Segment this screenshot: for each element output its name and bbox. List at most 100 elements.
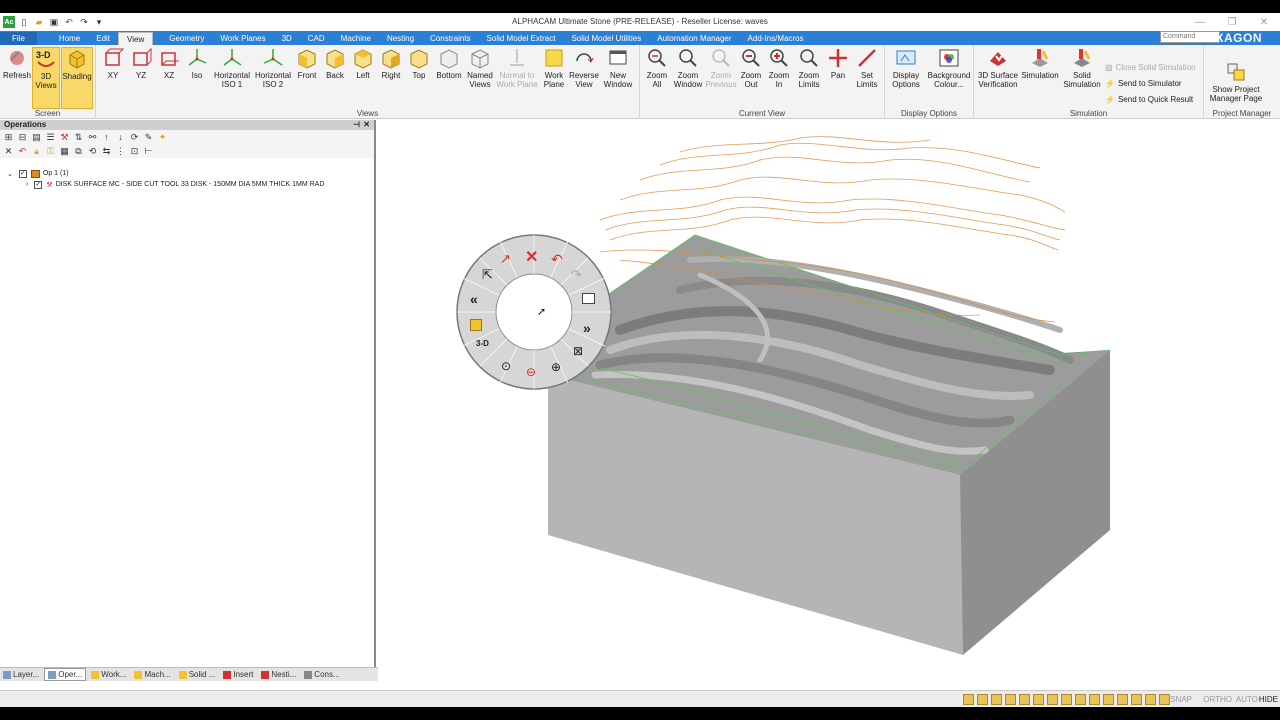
view-left-button[interactable]: Left — [350, 47, 376, 80]
radial-back-icon[interactable]: « — [470, 291, 478, 307]
split-icon[interactable]: ⊢ — [143, 146, 154, 157]
tab-cad[interactable]: CAD — [300, 32, 333, 45]
radial-zoom-all-icon[interactable]: ⊙ — [501, 359, 511, 373]
view-top-button[interactable]: Top — [406, 47, 432, 80]
refresh-ops-icon[interactable]: ⟳ — [129, 132, 140, 143]
3d-surface-verification-button[interactable]: 3D Surface Verification — [976, 47, 1020, 89]
status-axis-icon[interactable] — [1005, 694, 1016, 705]
zoom-window-button[interactable]: Zoom Window — [672, 47, 704, 89]
list-icon[interactable]: ☰ — [45, 132, 56, 143]
tab-home[interactable]: Home — [51, 32, 88, 45]
status-left-icon[interactable] — [1061, 694, 1072, 705]
unlock-icon[interactable]: ⚿ — [45, 146, 56, 157]
status-back-icon[interactable] — [1047, 694, 1058, 705]
tab-solid-model-utilities[interactable]: Solid Model Utilities — [563, 32, 649, 45]
tree-item-disk-surface[interactable]: › ✓ ⚒ DISK SURFACE MC - SIDE CUT TOOL 33… — [0, 179, 374, 190]
delete-icon[interactable]: ✕ — [3, 146, 14, 157]
named-views-button[interactable]: Named Views — [465, 47, 495, 89]
edit-icon[interactable]: ✎ — [143, 132, 154, 143]
tab-3d[interactable]: 3D — [274, 32, 300, 45]
tool-icon[interactable]: ⚒ — [59, 132, 70, 143]
zoom-all-button[interactable]: Zoom All — [644, 47, 670, 89]
shading-button[interactable]: Shading — [61, 47, 93, 109]
tab-constraints-panel[interactable]: Cons... — [301, 669, 342, 680]
radial-zoom-limits-icon[interactable]: ⊠ — [573, 344, 583, 358]
send-to-quick-result-button[interactable]: ⚡ Send to Quick Result — [1105, 95, 1193, 104]
minimize-icon[interactable]: — — [1184, 13, 1216, 31]
sort-icon[interactable]: ⇅ — [73, 132, 84, 143]
view-back-button[interactable]: Back — [322, 47, 348, 80]
send-to-simulator-button[interactable]: ⚡ Send to Simulator — [1105, 79, 1182, 88]
status-top-icon[interactable] — [1089, 694, 1100, 705]
redo-icon[interactable]: ↷ — [78, 16, 90, 28]
view-front-button[interactable]: Front — [294, 47, 320, 80]
tab-insert-panel[interactable]: Insert — [220, 669, 256, 680]
qat-dropdown-icon[interactable]: ▾ — [93, 16, 105, 28]
status-grid-icon[interactable] — [963, 694, 974, 705]
copy-icon[interactable]: ⧉ — [73, 146, 84, 157]
tab-work-planes-panel[interactable]: Work... — [88, 669, 129, 680]
new-file-icon[interactable]: ▯ — [18, 16, 30, 28]
link-icon[interactable]: ⚯ — [87, 132, 98, 143]
radial-forward-icon[interactable]: » — [583, 320, 591, 336]
normal-to-work-plane-button[interactable]: Normal to Work Plane — [496, 47, 538, 89]
wand-icon[interactable]: ✦ — [157, 132, 168, 143]
tab-work-planes[interactable]: Work Planes — [212, 32, 273, 45]
radial-zoom-out-icon[interactable]: ⊖ — [526, 365, 536, 379]
restore-icon[interactable]: ❐ — [1216, 13, 1248, 31]
view-xz-button[interactable]: XZ — [156, 47, 182, 80]
radial-zoom-in-icon[interactable]: ⊕ — [551, 360, 561, 374]
display-options-button[interactable]: Display Options — [887, 47, 925, 89]
status-color-icon[interactable] — [1159, 694, 1170, 705]
tab-operations[interactable]: Oper... — [44, 668, 87, 681]
background-colour-button[interactable]: Background Colour... — [926, 47, 972, 89]
refresh-button[interactable]: Refresh — [2, 47, 32, 80]
move-down-icon[interactable]: ↓ — [115, 132, 126, 143]
pin-icon[interactable]: ⊣ — [353, 120, 360, 130]
collapse-all-icon[interactable]: ⊟ — [17, 132, 28, 143]
status-iso-icon[interactable] — [1019, 694, 1030, 705]
radial-close-icon[interactable]: ✕ — [525, 247, 538, 267]
rotate-icon[interactable]: ⟲ — [87, 146, 98, 157]
view-iso-button[interactable]: Iso — [184, 47, 210, 80]
zoom-limits-button[interactable]: Zoom Limits — [794, 47, 824, 89]
status-bottom-icon[interactable] — [1103, 694, 1114, 705]
snap-toggle[interactable]: SNAP — [1170, 695, 1192, 704]
3d-viewport[interactable]: z ✕ ↗ ↶ ↷ » ⊠ ⊕ ⊖ ⊙ — [378, 120, 1280, 682]
collapse-chevron-icon[interactable]: ⌄ — [7, 170, 13, 178]
tab-machine[interactable]: Machine — [333, 32, 379, 45]
zoom-in-button[interactable]: Zoom In — [766, 47, 792, 89]
radial-undo-icon[interactable]: ↶ — [551, 251, 563, 268]
move-up-icon[interactable]: ↑ — [101, 132, 112, 143]
tree-item-op1[interactable]: ⌄ ✓ Op 1 (1) — [0, 168, 374, 179]
set-limits-button[interactable]: Set Limits — [852, 47, 882, 89]
close-solid-simulation-button[interactable]: ▧ Close Solid Simulation — [1105, 63, 1196, 72]
close-icon[interactable]: ✕ — [1248, 13, 1280, 31]
radial-background-colour-icon[interactable] — [582, 293, 595, 304]
save-icon[interactable]: ▣ — [48, 16, 60, 28]
simulation-button[interactable]: Simulation — [1021, 47, 1059, 80]
view-bottom-button[interactable]: Bottom — [434, 47, 464, 80]
tab-view[interactable]: View — [118, 32, 154, 45]
show-project-manager-page-button[interactable]: Show Project Manager Page — [1206, 61, 1266, 103]
view-yz-button[interactable]: YZ — [128, 47, 154, 80]
disk-surface-checkbox[interactable]: ✓ — [34, 180, 43, 189]
view-xy-button[interactable]: XY — [100, 47, 126, 80]
tab-geometry[interactable]: Geometry — [161, 32, 212, 45]
status-layer-icon[interactable] — [977, 694, 988, 705]
zoom-previous-button[interactable]: Zoom Previous — [705, 47, 737, 89]
tab-edit[interactable]: Edit — [88, 32, 118, 45]
expand-chevron-icon[interactable]: › — [26, 181, 28, 188]
array-icon[interactable]: ⋮ — [115, 146, 126, 157]
status-snap-icon[interactable] — [991, 694, 1002, 705]
lock-icon[interactable]: 🔒︎ — [31, 146, 42, 157]
zoom-out-button[interactable]: Zoom Out — [738, 47, 764, 89]
status-front-icon[interactable] — [1033, 694, 1044, 705]
view-right-button[interactable]: Right — [378, 47, 404, 80]
solid-simulation-button[interactable]: Solid Simulation — [1060, 47, 1104, 89]
new-window-button[interactable]: New Window — [600, 47, 636, 89]
reverse-view-button[interactable]: Reverse View — [568, 47, 600, 89]
undo-op-icon[interactable]: ↶ — [17, 146, 28, 157]
radial-redo-icon[interactable]: ↷ — [571, 267, 582, 283]
tab-solid-panel[interactable]: Solid ... — [176, 669, 219, 680]
